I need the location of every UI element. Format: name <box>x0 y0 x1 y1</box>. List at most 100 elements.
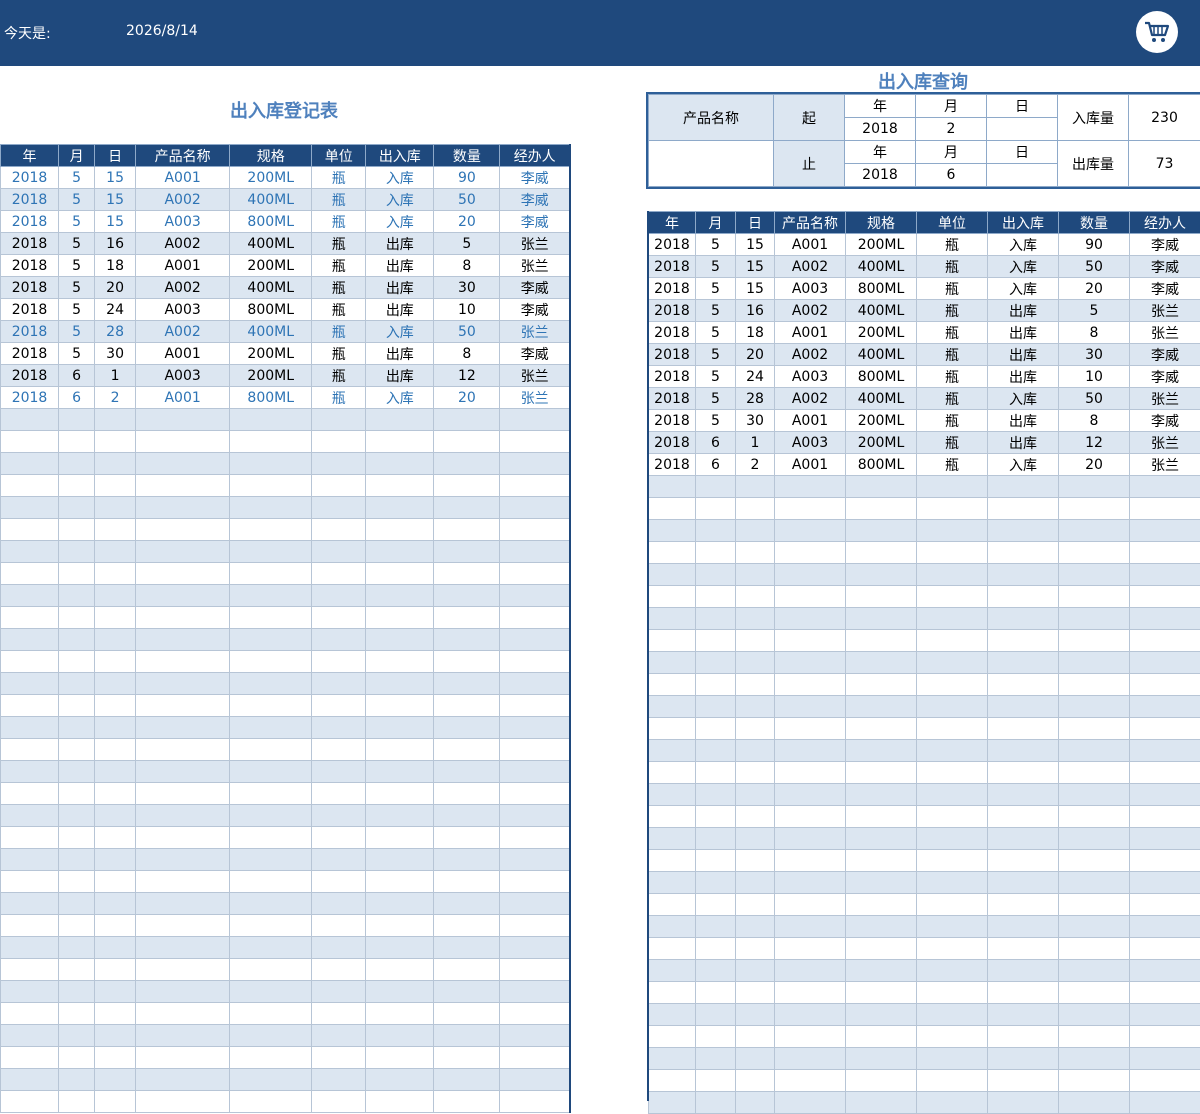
table-cell[interactable] <box>775 740 846 762</box>
empty-row[interactable] <box>1 761 571 783</box>
table-cell[interactable] <box>230 607 312 629</box>
table-cell[interactable]: 瓶 <box>917 344 988 366</box>
table-cell[interactable] <box>1059 762 1130 784</box>
table-cell[interactable] <box>696 608 736 630</box>
table-cell[interactable]: 李威 <box>500 299 570 321</box>
empty-row[interactable] <box>649 476 1200 498</box>
table-cell[interactable]: 5 <box>59 233 95 255</box>
table-cell[interactable] <box>230 959 312 981</box>
table-cell[interactable] <box>736 520 775 542</box>
table-cell[interactable]: 15 <box>736 278 775 300</box>
table-cell[interactable] <box>649 916 696 938</box>
table-cell[interactable] <box>366 651 434 673</box>
table-cell[interactable] <box>136 695 230 717</box>
table-cell[interactable] <box>736 652 775 674</box>
table-cell[interactable] <box>312 1091 366 1113</box>
table-cell[interactable] <box>366 673 434 695</box>
table-cell[interactable] <box>775 982 846 1004</box>
table-cell[interactable]: 5 <box>59 321 95 343</box>
table-cell[interactable] <box>500 497 570 519</box>
empty-row[interactable] <box>1 739 571 761</box>
table-cell[interactable] <box>366 783 434 805</box>
table-cell[interactable] <box>1130 960 1200 982</box>
table-cell[interactable]: 李威 <box>500 189 570 211</box>
table-cell[interactable]: 张兰 <box>500 365 570 387</box>
table-cell[interactable]: 20 <box>434 387 500 409</box>
empty-row[interactable] <box>649 1048 1200 1070</box>
table-cell[interactable] <box>434 1047 500 1069</box>
table-cell[interactable] <box>696 718 736 740</box>
table-cell[interactable] <box>917 828 988 850</box>
table-cell[interactable] <box>1059 520 1130 542</box>
table-cell[interactable] <box>1059 1070 1130 1092</box>
table-cell[interactable] <box>988 982 1059 1004</box>
table-cell[interactable] <box>230 431 312 453</box>
table-cell[interactable] <box>1 695 59 717</box>
empty-row[interactable] <box>649 498 1200 520</box>
table-cell[interactable] <box>1059 1026 1130 1048</box>
table-cell[interactable] <box>95 739 136 761</box>
table-cell[interactable]: A001 <box>136 343 230 365</box>
table-cell[interactable] <box>1 1069 59 1091</box>
table-cell[interactable] <box>649 476 696 498</box>
table-cell[interactable]: 2018 <box>649 300 696 322</box>
table-cell[interactable] <box>434 673 500 695</box>
empty-row[interactable] <box>1 519 571 541</box>
table-cell[interactable]: 1 <box>95 365 136 387</box>
table-cell[interactable] <box>917 1070 988 1092</box>
table-cell[interactable] <box>95 651 136 673</box>
table-cell[interactable] <box>1059 960 1130 982</box>
table-cell[interactable] <box>59 1047 95 1069</box>
empty-row[interactable] <box>1 717 571 739</box>
table-row[interactable]: 2018515A002400ML瓶入库50李威 <box>1 189 571 211</box>
empty-row[interactable] <box>1 871 571 893</box>
table-cell[interactable] <box>230 475 312 497</box>
table-cell[interactable]: 90 <box>1059 234 1130 256</box>
table-cell[interactable] <box>95 563 136 585</box>
table-cell[interactable] <box>917 762 988 784</box>
table-cell[interactable]: A003 <box>136 299 230 321</box>
empty-row[interactable] <box>649 586 1200 608</box>
table-cell[interactable] <box>775 498 846 520</box>
table-cell[interactable]: 2018 <box>1 321 59 343</box>
table-cell[interactable] <box>59 871 95 893</box>
table-cell[interactable]: 瓶 <box>312 255 366 277</box>
table-cell[interactable]: A003 <box>775 278 846 300</box>
table-cell[interactable]: 张兰 <box>500 387 570 409</box>
table-cell[interactable] <box>649 806 696 828</box>
shopping-cart-icon[interactable] <box>1136 11 1178 53</box>
table-cell[interactable]: A002 <box>136 233 230 255</box>
table-cell[interactable] <box>366 475 434 497</box>
table-cell[interactable] <box>917 652 988 674</box>
table-cell[interactable] <box>1 849 59 871</box>
table-cell[interactable] <box>988 608 1059 630</box>
table-cell[interactable] <box>1059 982 1130 1004</box>
table-cell[interactable] <box>1130 1048 1200 1070</box>
table-cell[interactable] <box>230 1091 312 1113</box>
table-cell[interactable] <box>649 1004 696 1026</box>
table-cell[interactable] <box>1059 674 1130 696</box>
table-cell[interactable] <box>500 541 570 563</box>
table-row[interactable]: 2018528A002400ML瓶入库50张兰 <box>649 388 1200 410</box>
table-cell[interactable]: 入库 <box>366 387 434 409</box>
table-cell[interactable] <box>312 629 366 651</box>
table-cell[interactable] <box>649 762 696 784</box>
table-cell[interactable] <box>366 827 434 849</box>
table-cell[interactable] <box>59 783 95 805</box>
table-cell[interactable] <box>775 850 846 872</box>
table-cell[interactable] <box>736 476 775 498</box>
empty-row[interactable] <box>1 695 571 717</box>
table-cell[interactable] <box>312 915 366 937</box>
table-cell[interactable]: 2018 <box>649 366 696 388</box>
table-cell[interactable] <box>312 475 366 497</box>
table-cell[interactable] <box>312 651 366 673</box>
table-cell[interactable] <box>846 652 917 674</box>
table-cell[interactable] <box>649 894 696 916</box>
table-cell[interactable] <box>649 1048 696 1070</box>
table-row[interactable]: 2018515A003800ML瓶入库20李威 <box>1 211 571 233</box>
table-cell[interactable]: A001 <box>136 387 230 409</box>
table-cell[interactable] <box>775 542 846 564</box>
empty-row[interactable] <box>1 805 571 827</box>
table-row[interactable]: 2018515A002400ML瓶入库50李威 <box>649 256 1200 278</box>
empty-row[interactable] <box>649 674 1200 696</box>
